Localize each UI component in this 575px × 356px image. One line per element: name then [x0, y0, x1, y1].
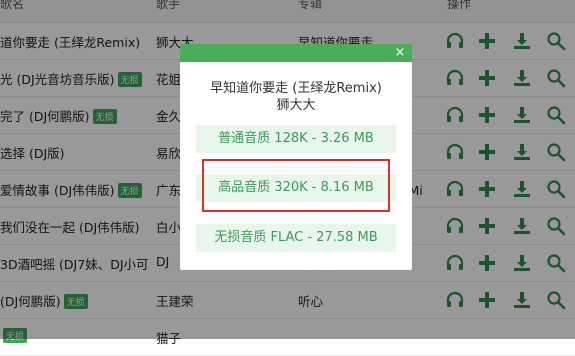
quality-option-flac[interactable]: 无损音质 FLAC - 27.58 MB	[196, 224, 396, 252]
song-list-page: 歌名 歌手 专辑 操作 道你要走 (王绎龙Remix) 狮大大 早知道你要走 光…	[0, 0, 575, 356]
quality-option-128k[interactable]: 普通音质 128K - 3.26 MB	[196, 125, 396, 153]
close-icon[interactable]: ×	[392, 45, 408, 61]
dialog-song-artist: 狮大大	[276, 98, 316, 113]
highlight-annotation-box	[202, 159, 390, 212]
dialog-title-bar	[180, 44, 412, 62]
download-quality-dialog: × 早知道你要走 (王绎龙Remix) 狮大大 普通音质 128K - 3.26…	[180, 44, 412, 270]
